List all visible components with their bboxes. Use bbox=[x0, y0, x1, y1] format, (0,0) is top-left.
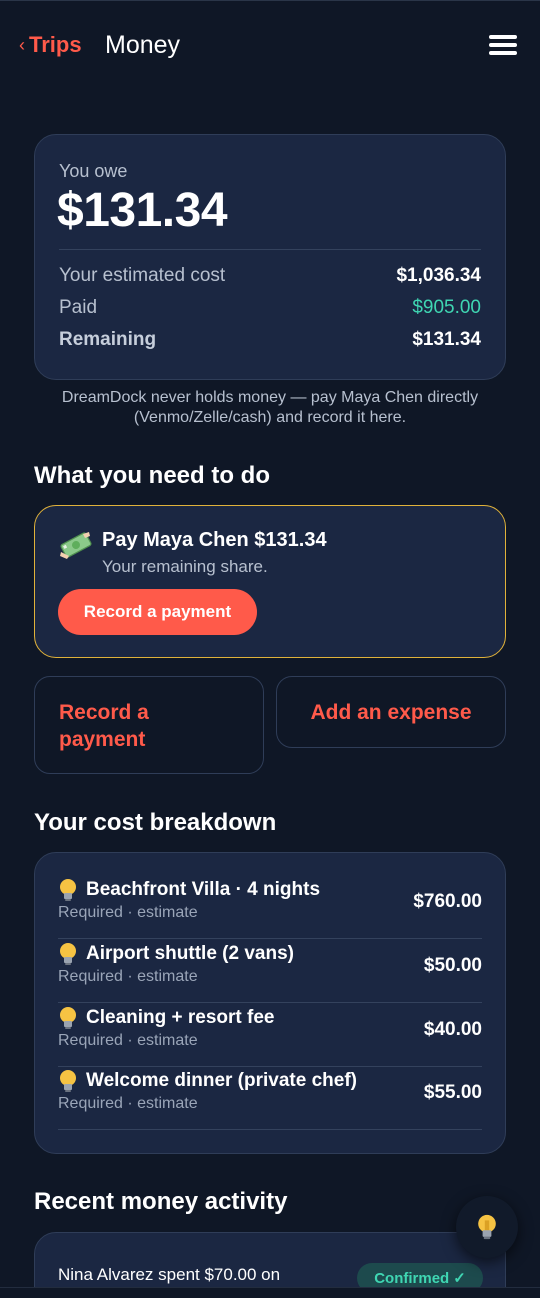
item-subtitle: Required · estimate bbox=[58, 904, 198, 921]
paid-row: Paid $905.00 bbox=[59, 297, 481, 321]
tips-fab-button[interactable] bbox=[456, 1196, 518, 1258]
divider bbox=[59, 249, 481, 250]
activity-text: Nina Alvarez spent $70.00 on bbox=[58, 1265, 281, 1284]
section-title-activity: Recent money activity bbox=[34, 1188, 288, 1215]
item-amount: $760.00 bbox=[413, 891, 482, 912]
balance-amount: $131.34 bbox=[57, 184, 228, 237]
row-label: Remaining bbox=[59, 329, 157, 350]
section-title-breakdown: Your cost breakdown bbox=[34, 809, 277, 836]
lightbulb-icon bbox=[60, 879, 76, 901]
chevron-left-icon: ‹ bbox=[19, 34, 25, 55]
item-title: Airport shuttle (2 vans) bbox=[86, 943, 294, 964]
top-bar: ‹ Trips Money bbox=[0, 0, 540, 90]
lightbulb-icon bbox=[478, 1214, 496, 1240]
remaining-row: Remaining $131.34 bbox=[59, 329, 481, 353]
back-to-trips-link[interactable]: ‹ Trips bbox=[19, 32, 82, 58]
record-payment-button[interactable]: Record a payment bbox=[58, 589, 257, 635]
list-item[interactable]: Beachfront Villa · 4 nights Required · e… bbox=[58, 875, 482, 939]
item-amount: $40.00 bbox=[423, 1019, 482, 1040]
todo-subtitle: Your remaining share. bbox=[102, 557, 268, 576]
lightbulb-icon bbox=[60, 943, 76, 965]
estimated-cost-row: Your estimated cost $1,036.34 bbox=[59, 265, 481, 289]
item-title: Beachfront Villa · 4 nights bbox=[86, 879, 321, 900]
row-label: Your estimated cost bbox=[59, 265, 226, 286]
todo-title: Pay Maya Chen $131.34 bbox=[102, 529, 327, 551]
cost-breakdown-card: Beachfront Villa · 4 nights Required · e… bbox=[34, 852, 506, 1154]
todo-card: Pay Maya Chen $131.34 Your remaining sha… bbox=[34, 505, 506, 658]
check-icon: ✓ bbox=[453, 1270, 466, 1287]
lightbulb-icon bbox=[60, 1070, 76, 1092]
list-item[interactable]: Cleaning + resort fee Required · estimat… bbox=[58, 1003, 482, 1067]
item-title: Welcome dinner (private chef) bbox=[86, 1070, 357, 1091]
list-item[interactable]: Welcome dinner (private chef) Required ·… bbox=[58, 1066, 482, 1130]
item-amount: $50.00 bbox=[423, 955, 482, 976]
item-subtitle: Required · estimate bbox=[58, 1032, 198, 1049]
page-title: Money bbox=[105, 31, 181, 59]
record-payment-action-button[interactable]: Record a payment bbox=[34, 676, 264, 774]
row-label: Paid bbox=[59, 297, 98, 318]
row-value: $905.00 bbox=[412, 297, 481, 318]
item-subtitle: Required · estimate bbox=[58, 968, 198, 985]
lightbulb-icon bbox=[60, 1007, 76, 1029]
add-expense-button[interactable]: Add an expense bbox=[276, 676, 506, 748]
item-subtitle: Required · estimate bbox=[58, 1095, 198, 1112]
section-title-todo: What you need to do bbox=[34, 462, 270, 489]
hamburger-icon[interactable] bbox=[489, 35, 517, 55]
bottom-edge bbox=[0, 1287, 540, 1298]
item-amount: $55.00 bbox=[423, 1082, 482, 1103]
item-title: Cleaning + resort fee bbox=[86, 1007, 275, 1028]
balance-card: You owe $131.34 Your estimated cost $1,0… bbox=[34, 134, 506, 380]
list-item[interactable]: Airport shuttle (2 vans) Required · esti… bbox=[58, 939, 482, 1003]
money-icon bbox=[60, 532, 92, 559]
row-value: $131.34 bbox=[412, 329, 481, 350]
back-label: Trips bbox=[29, 32, 82, 57]
disclaimer-text: DreamDock never holds money — pay Maya C… bbox=[61, 389, 479, 426]
balance-label: You owe bbox=[59, 161, 128, 181]
status-label: Confirmed bbox=[374, 1269, 450, 1287]
row-value: $1,036.34 bbox=[396, 265, 481, 286]
